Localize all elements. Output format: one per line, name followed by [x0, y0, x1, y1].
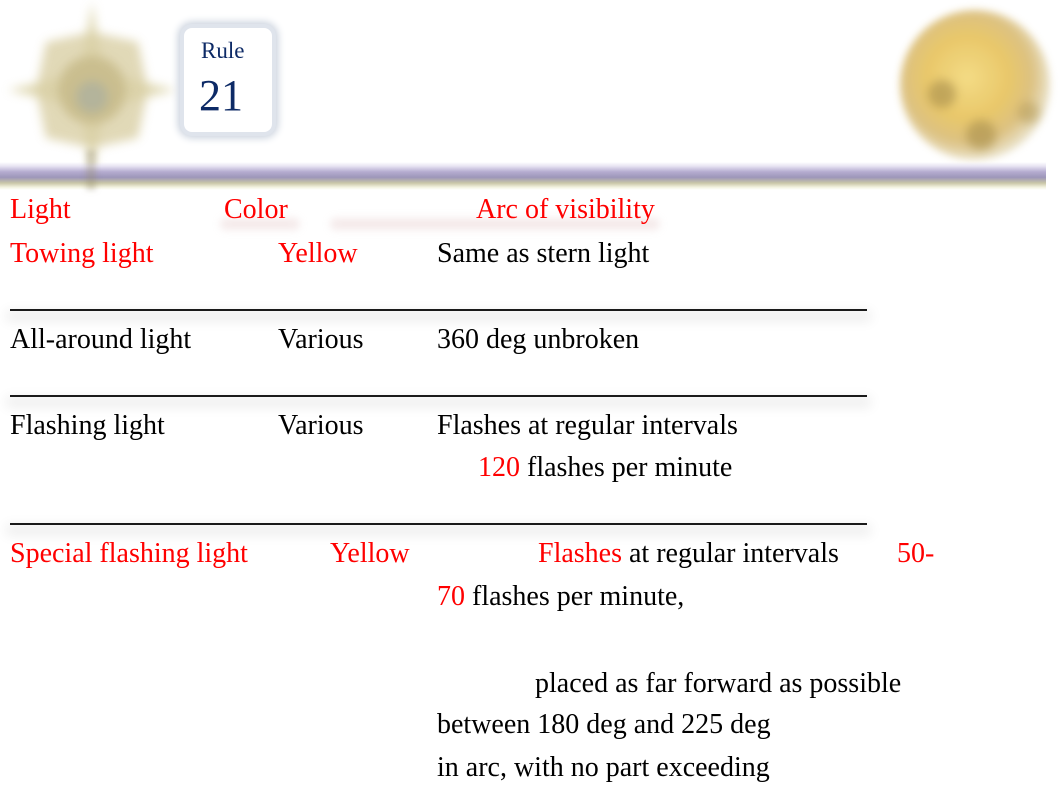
row-towing-light-color: Yellow [278, 238, 358, 269]
row-all-around-light-name: All-around light [10, 324, 192, 355]
column-header-arc: Arc of visibility [476, 194, 655, 225]
rule-label: Rule [201, 38, 245, 63]
rule-number: 21 [199, 71, 243, 120]
row-all-around-light-color: Various [278, 324, 364, 355]
flash-rate-number: 120 [478, 452, 520, 483]
row-special-flashing-light-name: Special flashing light [10, 538, 248, 569]
arc-regular-intervals: at regular intervals [622, 538, 839, 569]
arc-rate-end: 70 [437, 581, 465, 612]
flash-rate-text: flashes per minute [520, 452, 733, 483]
row-separator [10, 523, 867, 525]
arc-rate-text: flashes per minute, [465, 581, 685, 612]
row-flashing-light-name: Flashing light [10, 410, 165, 441]
compass-pole [86, 150, 96, 190]
header-banner [0, 162, 1046, 190]
row-separator [10, 395, 867, 397]
row-flashing-light-arc: Flashes at regular intervals [437, 410, 738, 441]
row-flashing-light-rate: 120 flashes per minute [478, 454, 732, 482]
row-separator [10, 309, 867, 311]
arc-extra-line: between 180 deg and 225 deg [437, 709, 771, 740]
row-all-around-light-arc: 360 deg unbroken [437, 324, 640, 355]
arc-extra-line: in arc, with no part exceeding [437, 752, 770, 783]
column-header-light: Light [10, 194, 71, 225]
arc-flashes-word: Flashes [538, 538, 622, 569]
globe-icon [900, 10, 1050, 160]
row-towing-light-name: Towing light [10, 238, 154, 269]
row-towing-light-arc: Same as stern light [437, 238, 650, 269]
column-header-color: Color [224, 194, 288, 225]
arc-rate-start: 50- [897, 538, 935, 569]
row-special-flashing-light-rate: 70 flashes per minute, [437, 583, 684, 611]
row-special-flashing-light-arc: Flashes at regular intervals [538, 540, 839, 568]
row-flashing-light-color: Various [278, 410, 364, 441]
arc-extra-line: placed as far forward as possible [535, 668, 902, 699]
row-special-flashing-light-color: Yellow [330, 538, 410, 569]
